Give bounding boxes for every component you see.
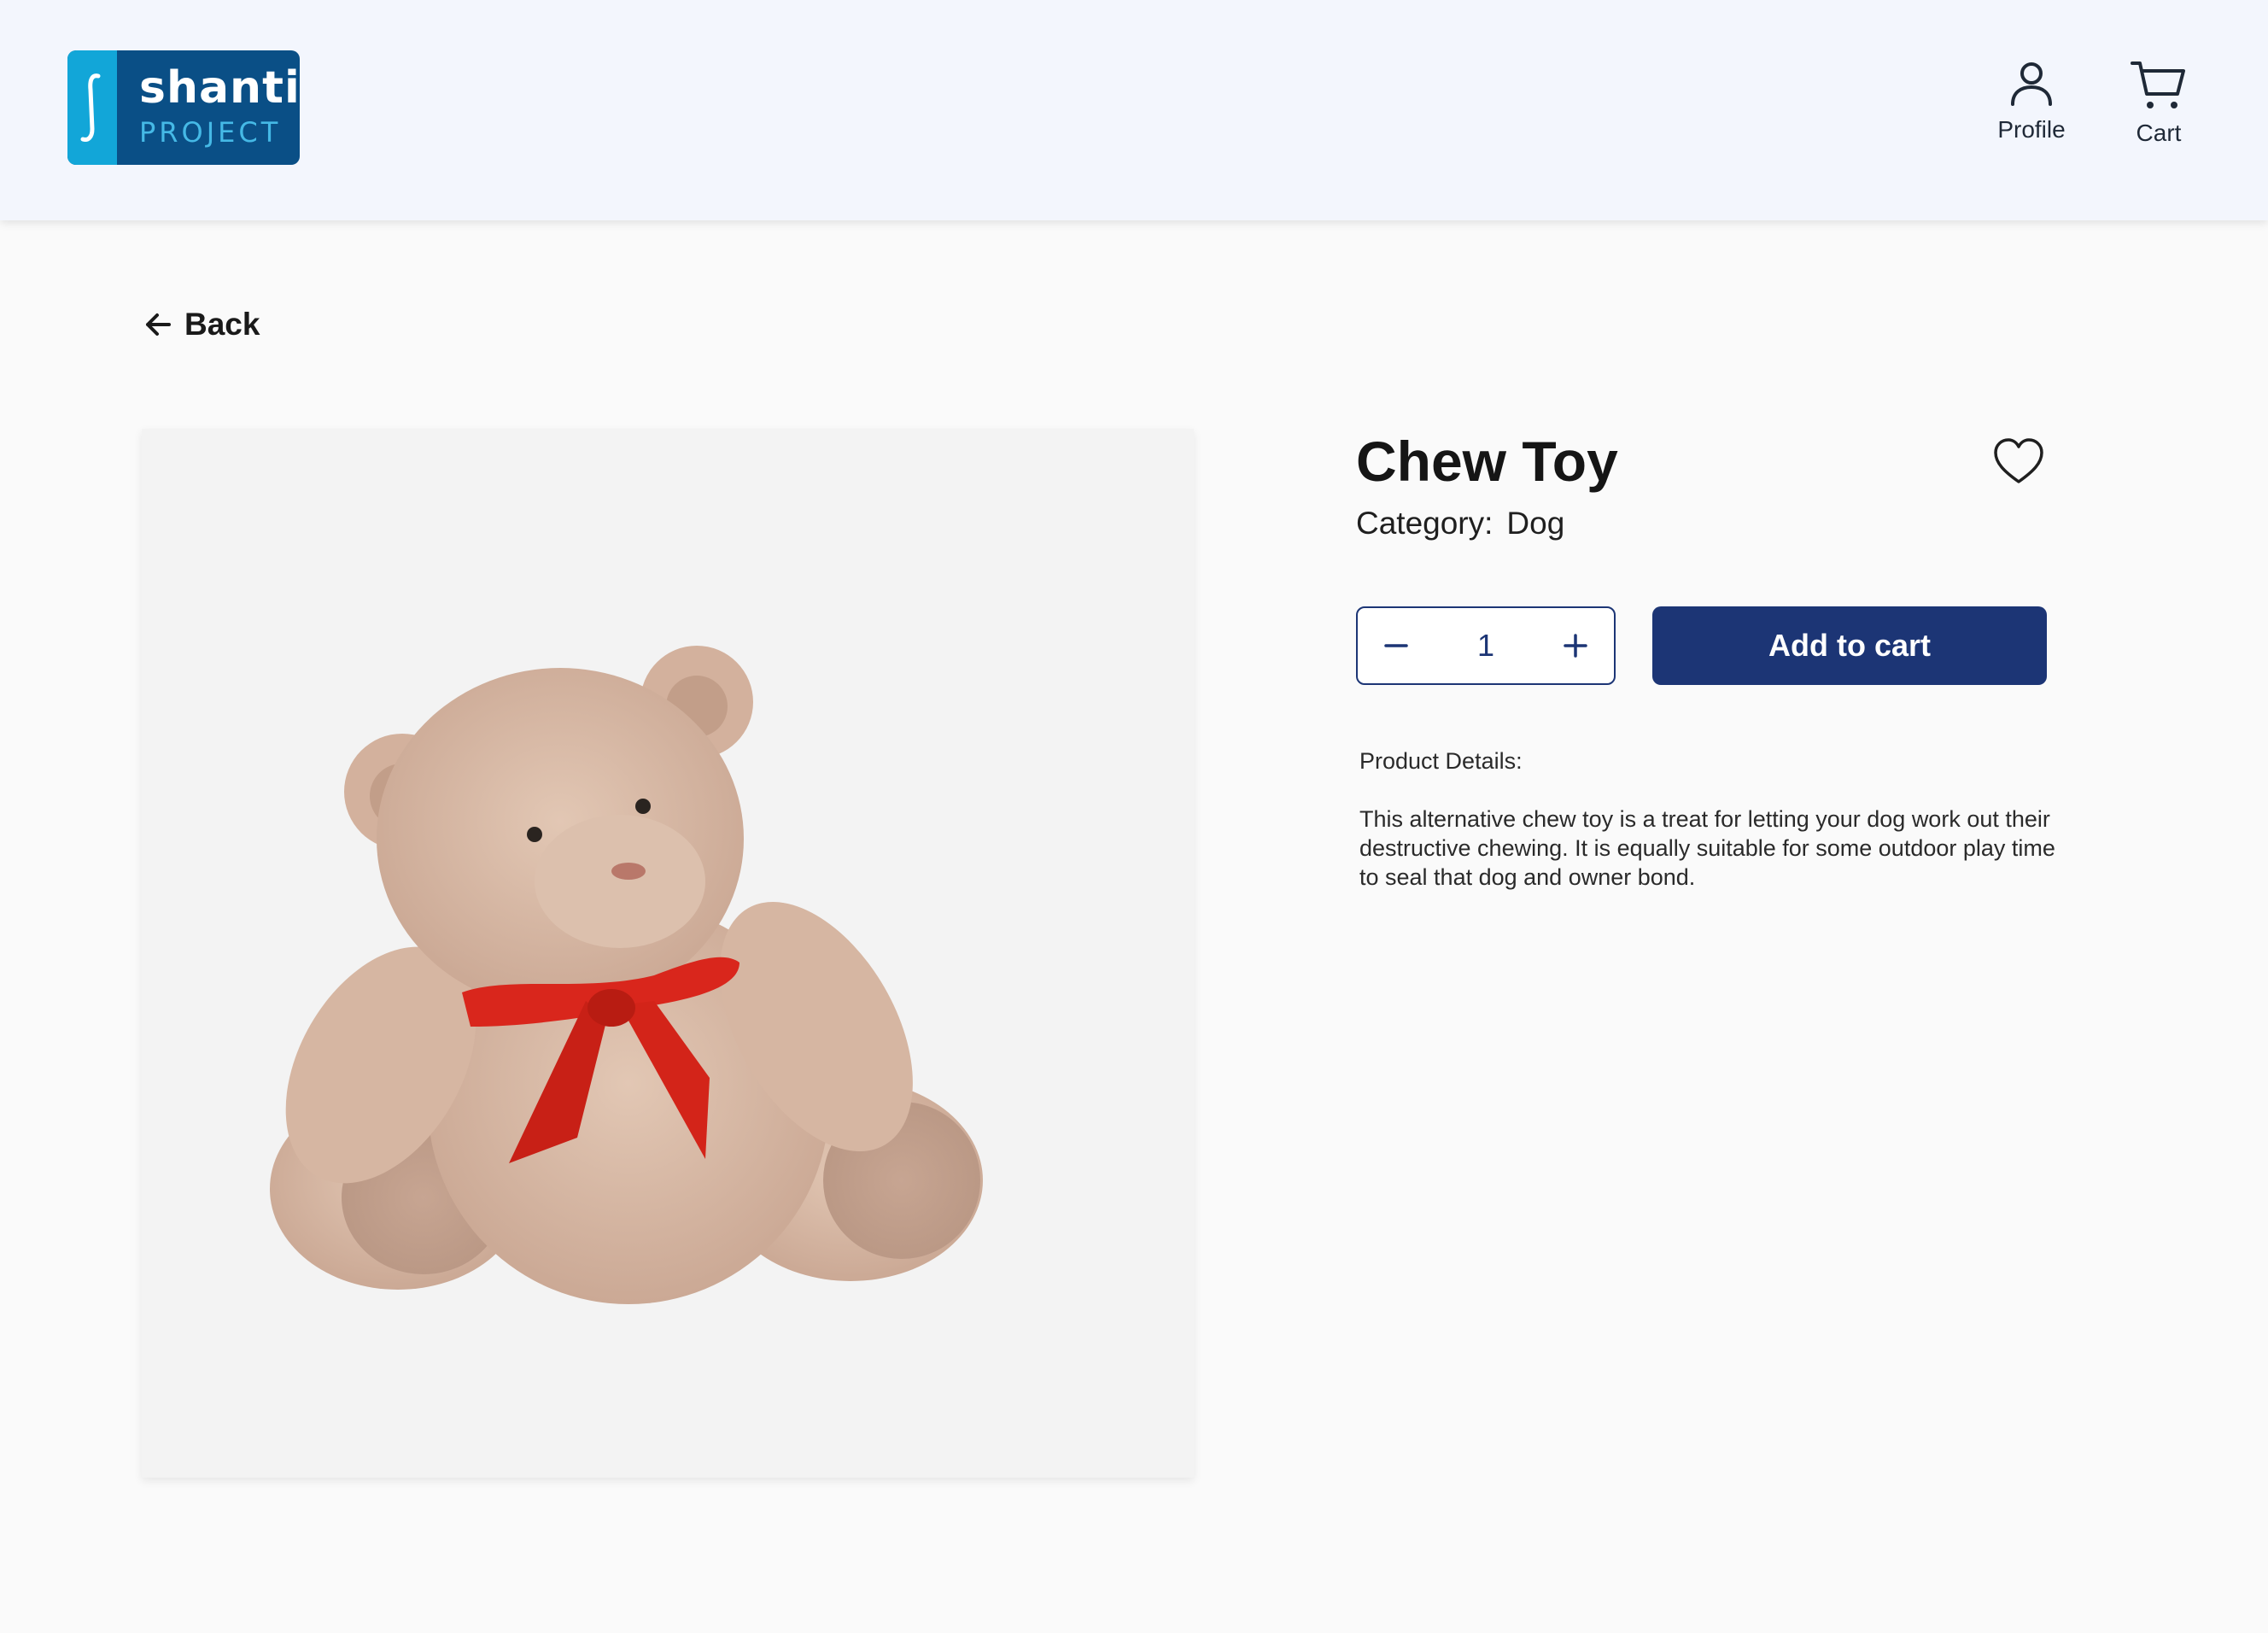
heart-outline-icon bbox=[1994, 438, 2043, 483]
favorite-button[interactable] bbox=[1992, 437, 2045, 485]
plus-icon bbox=[1564, 634, 1587, 658]
product-category: Category: Dog bbox=[1356, 504, 1564, 543]
minus-icon bbox=[1384, 644, 1408, 647]
nav-profile[interactable]: Profile bbox=[1981, 60, 2082, 154]
decrease-quantity-button[interactable] bbox=[1358, 608, 1435, 683]
nav-cart[interactable]: Cart bbox=[2116, 60, 2201, 154]
increase-quantity-button[interactable] bbox=[1537, 608, 1614, 683]
logo-mark bbox=[67, 50, 117, 165]
add-to-cart-button[interactable]: Add to cart bbox=[1652, 606, 2047, 685]
product-details-text: This alternative chew toy is a treat for… bbox=[1359, 806, 2055, 890]
product-title: Chew Toy bbox=[1356, 430, 1618, 493]
category-value: Dog bbox=[1506, 506, 1565, 541]
shanti-project-logo[interactable]: shanti PROJECT bbox=[67, 50, 300, 165]
nav-profile-label: Profile bbox=[1997, 116, 2066, 143]
arrow-left-icon bbox=[146, 313, 171, 336]
cart-icon bbox=[2131, 61, 2185, 108]
site-header: shanti PROJECT Profile Cart bbox=[0, 0, 2268, 220]
product-details-heading: Product Details: bbox=[1359, 748, 1523, 774]
category-label: Category: bbox=[1356, 506, 1493, 541]
user-icon bbox=[2011, 62, 2052, 106]
teddy-bear-image bbox=[270, 646, 983, 1304]
logo-subtitle: PROJECT bbox=[139, 116, 282, 149]
back-label: Back bbox=[184, 307, 260, 342]
back-link[interactable]: Back bbox=[143, 303, 260, 346]
quantity-value[interactable]: 1 bbox=[1435, 608, 1537, 683]
quantity-stepper: 1 bbox=[1356, 606, 1616, 685]
nav-cart-label: Cart bbox=[2136, 120, 2182, 146]
logo-wordmark: shanti bbox=[139, 62, 300, 114]
product-image bbox=[142, 429, 1194, 1478]
